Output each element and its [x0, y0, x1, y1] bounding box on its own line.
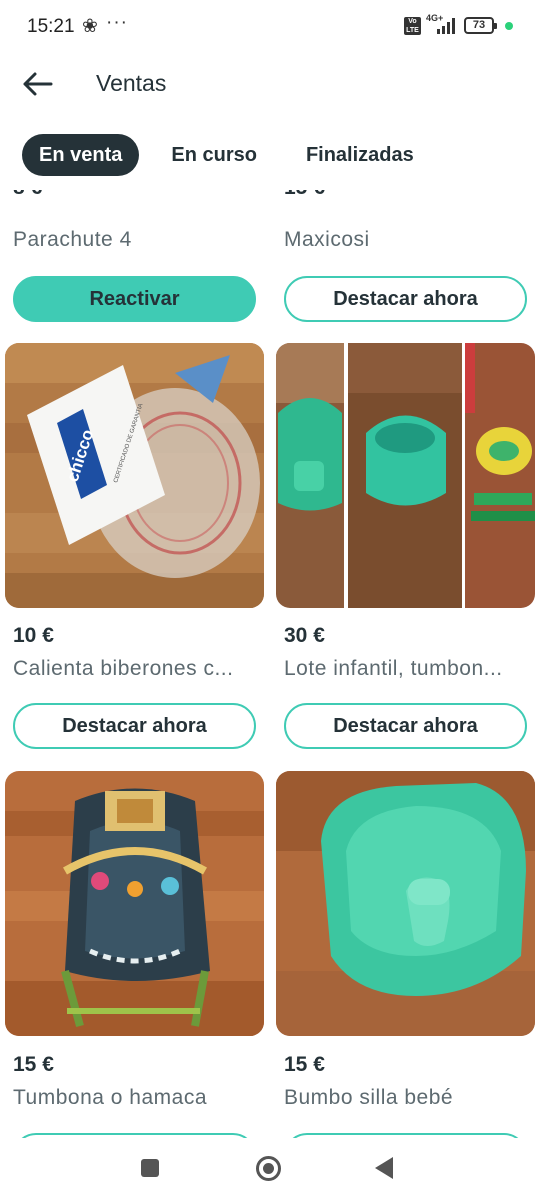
product-price: 30 € [284, 624, 325, 647]
feature-now-button[interactable]: Destacar ahora [284, 703, 527, 749]
back-button[interactable] [20, 66, 56, 102]
status-time: 15:21 [27, 16, 75, 37]
square-icon[interactable] [141, 1159, 159, 1177]
product-title: Maxicosi [284, 228, 370, 251]
tab-finalizadas[interactable]: Finalizadas [289, 134, 431, 176]
product-title: Lote infantil, tumbon... [284, 657, 503, 680]
tab-en-venta[interactable]: En venta [22, 134, 140, 176]
product-title: Tumbona o hamaca [13, 1086, 207, 1109]
feature-now-button[interactable]: Destacar ahora [13, 703, 256, 749]
product-price: 15 € [284, 190, 325, 200]
page-title: Ventas [96, 70, 167, 96]
more-notifications-icon: ··· [106, 12, 128, 33]
product-title: Parachute 4 [13, 228, 132, 251]
signal-icon [437, 18, 455, 34]
product-photo[interactable] [276, 343, 535, 608]
product-photo[interactable] [276, 771, 535, 1036]
status-bar: 15:21 ❀ ··· Vo LTE 4G+ 73 [0, 0, 540, 52]
volte-icon: Vo LTE [404, 17, 421, 35]
product-grid[interactable]: 8 € Parachute 4 Reactivar 15 € Maxicosi … [0, 190, 540, 1138]
fan-icon: ❀ [82, 16, 98, 37]
reactivate-button[interactable]: Reactivar [13, 276, 256, 322]
product-price: 15 € [284, 1053, 325, 1076]
product-photo[interactable]: chicco CERTIFICADO DE GARANTIA [5, 343, 264, 608]
app-header: Ventas [0, 52, 540, 114]
product-price: 10 € [13, 624, 54, 647]
product-title: Calienta biberones c... [13, 657, 234, 680]
tab-en-curso[interactable]: En curso [154, 134, 274, 176]
battery-icon: 73 [464, 17, 497, 34]
arrow-left-icon [23, 72, 53, 96]
product-title: Bumbo silla bebé [284, 1086, 454, 1109]
product-price: 15 € [13, 1053, 54, 1076]
tab-bar: En venta En curso Finalizadas [22, 134, 431, 176]
product-photo[interactable] [5, 771, 264, 1036]
triangle-back-icon[interactable] [375, 1157, 393, 1179]
circle-home-icon[interactable] [256, 1156, 281, 1181]
system-nav-bar [0, 1138, 540, 1200]
feature-now-button[interactable]: Destacar ahora [284, 276, 527, 322]
product-price: 8 € [13, 190, 42, 200]
privacy-indicator-dot [505, 22, 513, 30]
